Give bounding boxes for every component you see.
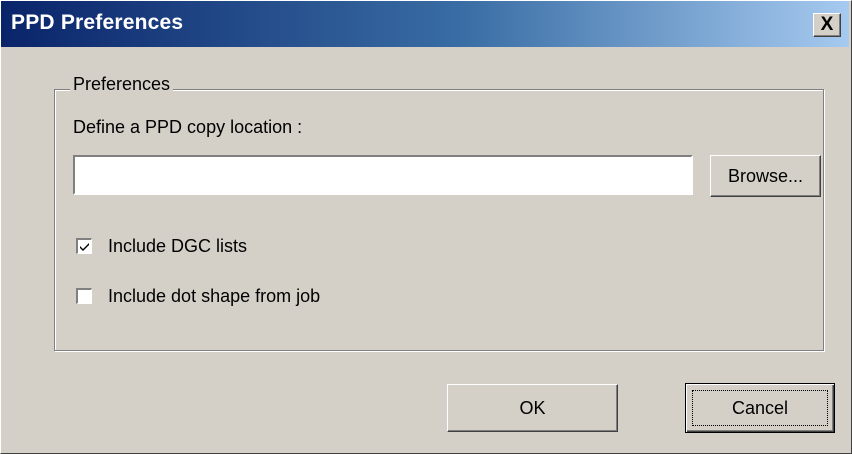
close-icon: X bbox=[820, 14, 834, 35]
copy-location-label: Define a PPD copy location : bbox=[73, 117, 303, 137]
cancel-button[interactable]: Cancel bbox=[685, 383, 835, 433]
close-button[interactable]: X bbox=[813, 13, 841, 37]
browse-button[interactable]: Browse... bbox=[710, 155, 821, 197]
include-dgc-lists-checkbox[interactable] bbox=[76, 238, 92, 254]
include-dgc-lists-label: Include DGC lists bbox=[108, 235, 248, 256]
include-dgc-lists-option[interactable]: Include DGC lists bbox=[76, 234, 247, 258]
preferences-group-label: Preferences bbox=[70, 74, 174, 95]
ppd-preferences-dialog: PPD Preferences X Preferences Define a P… bbox=[0, 0, 852, 454]
include-dot-shape-checkbox[interactable] bbox=[76, 288, 92, 304]
cancel-button-label: Cancel bbox=[731, 398, 789, 418]
title-bar[interactable]: PPD Preferences X bbox=[1, 1, 849, 47]
ok-button[interactable]: OK bbox=[447, 384, 618, 432]
include-dot-shape-label: Include dot shape from job bbox=[108, 285, 321, 306]
checkmark-icon bbox=[80, 243, 89, 251]
include-dot-shape-option[interactable]: Include dot shape from job bbox=[76, 284, 320, 308]
dialog-title: PPD Preferences bbox=[11, 11, 184, 34]
copy-location-input[interactable] bbox=[73, 155, 693, 195]
